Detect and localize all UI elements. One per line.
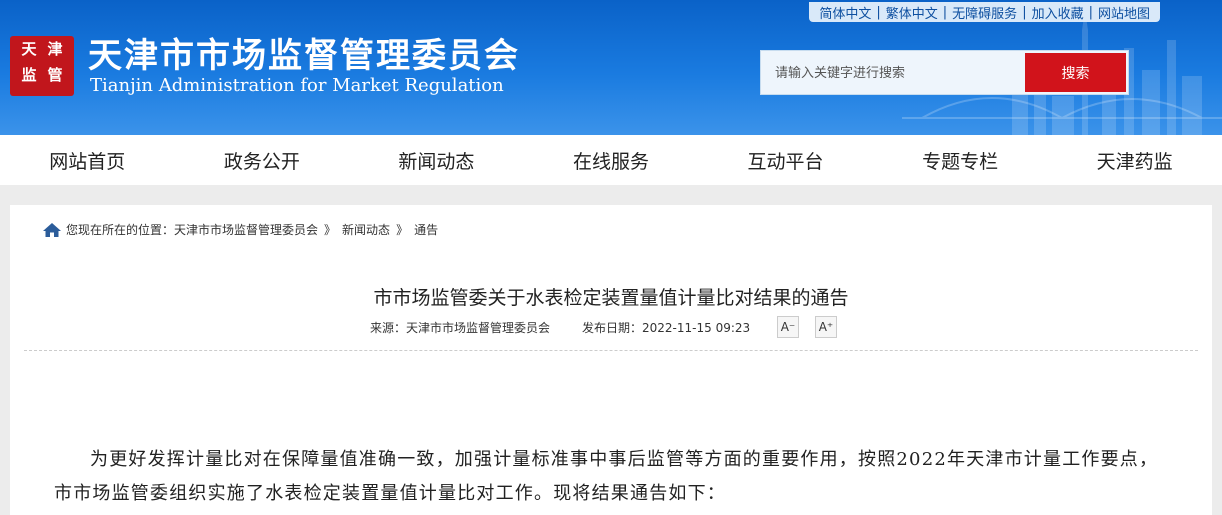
meta-divider — [24, 350, 1198, 351]
link-separator: | — [1022, 4, 1027, 20]
nav-interaction[interactable]: 互动平台 — [742, 147, 830, 174]
link-simplified-chinese[interactable]: 简体中文 — [819, 3, 871, 22]
breadcrumb-item-notice[interactable]: 通告 — [414, 221, 438, 238]
article-date: 发布日期：2022-11-15 09:23 — [582, 321, 751, 335]
breadcrumb-prefix: 您现在所在的位置： — [66, 223, 175, 237]
logo-char: 天 — [21, 40, 37, 58]
nav-special-topics[interactable]: 专题专栏 — [916, 147, 1004, 174]
nav-home[interactable]: 网站首页 — [43, 147, 131, 174]
main-nav: 网站首页 政务公开 新闻动态 在线服务 互动平台 专题专栏 天津药监 — [0, 135, 1222, 185]
article-meta: 来源：天津市市场监督管理委员会 发布日期：2022-11-15 09:23 — [370, 319, 750, 336]
link-accessibility[interactable]: 无障碍服务 — [952, 3, 1017, 22]
link-separator: | — [876, 4, 881, 20]
nav-news[interactable]: 新闻动态 — [392, 147, 480, 174]
font-increase-button[interactable]: A⁺ — [815, 316, 837, 338]
site-header: 简体中文 | 繁体中文 | 无障碍服务 | 加入收藏 | 网站地图 天 津 监 … — [0, 0, 1222, 135]
search-box: 搜索 — [760, 50, 1129, 96]
nav-drug-regulation[interactable]: 天津药监 — [1091, 147, 1179, 174]
search-button[interactable]: 搜索 — [1025, 53, 1126, 92]
logo-char: 津 — [47, 40, 63, 58]
breadcrumb-separator: 》 — [324, 223, 337, 237]
site-subtitle: Tianjin Administration for Market Regula… — [90, 75, 504, 96]
top-utility-links: 简体中文 | 繁体中文 | 无障碍服务 | 加入收藏 | 网站地图 — [809, 2, 1160, 22]
breadcrumb: 您现在所在的位置： 天津市市场监督管理委员会 》 新闻动态 》 通告 — [42, 221, 438, 238]
nav-online-services[interactable]: 在线服务 — [567, 147, 655, 174]
link-separator: | — [1088, 4, 1093, 20]
article-paragraph: 为更好发挥计量比对在保障量值准确一致，加强计量标准事中事后监管等方面的重要作用，… — [54, 449, 1159, 504]
site-title[interactable]: 天津市市场监督管理委员会 — [88, 28, 520, 77]
font-decrease-button[interactable]: A⁻ — [777, 316, 799, 338]
link-traditional-chinese[interactable]: 繁体中文 — [886, 3, 938, 22]
link-site-map[interactable]: 网站地图 — [1098, 3, 1150, 22]
search-input[interactable] — [773, 51, 1027, 96]
breadcrumb-item-home[interactable]: 天津市市场监督管理委员会 — [174, 221, 318, 238]
article-title: 市市场监管委关于水表检定装置量值计量比对结果的通告 — [373, 287, 849, 309]
logo-char: 监 — [21, 66, 37, 84]
content-panel: 您现在所在的位置： 天津市市场监督管理委员会 》 新闻动态 》 通告 市市场监管… — [10, 205, 1212, 515]
article-source: 来源：天津市市场监督管理委员会 — [370, 321, 551, 335]
link-separator: | — [942, 4, 948, 20]
breadcrumb-item-news[interactable]: 新闻动态 — [342, 221, 390, 238]
logo-char: 管 — [47, 66, 63, 84]
breadcrumb-separator: 》 — [396, 223, 409, 237]
nav-government-affairs[interactable]: 政务公开 — [218, 147, 306, 174]
site-logo[interactable]: 天 津 监 管 — [10, 36, 74, 96]
home-icon — [43, 222, 61, 237]
link-add-favorite[interactable]: 加入收藏 — [1032, 3, 1084, 22]
